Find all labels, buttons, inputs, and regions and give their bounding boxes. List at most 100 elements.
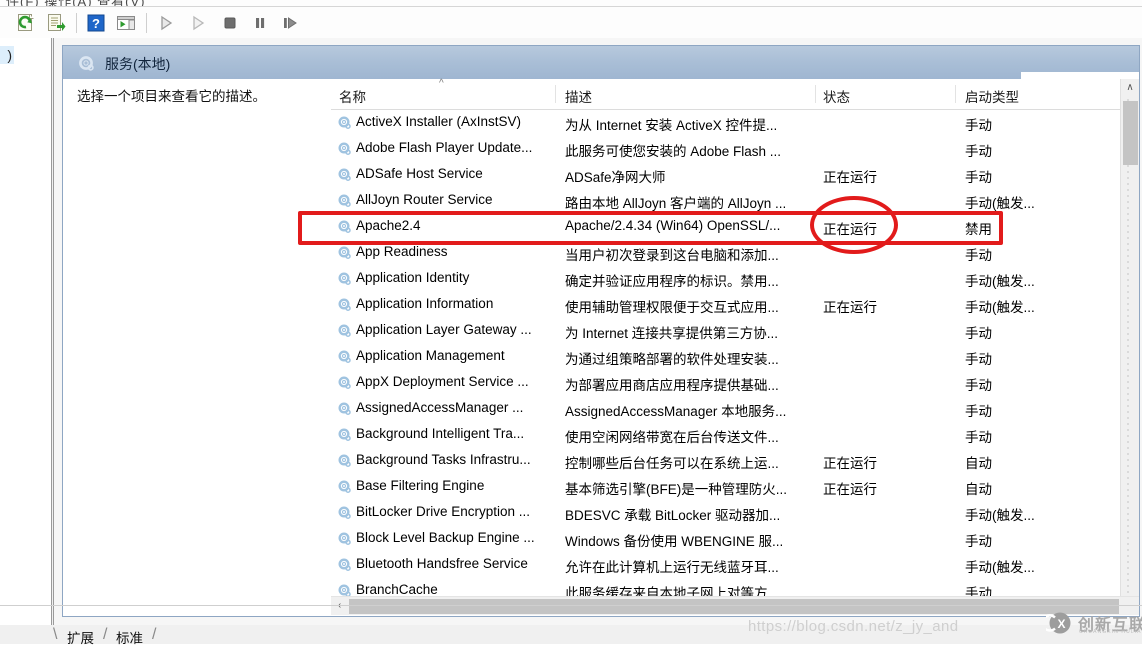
table-row[interactable]: Base Filtering Engine 基本筛选引擎(BFE)是一种管理防火.… xyxy=(331,474,1120,500)
table-row[interactable]: Application Layer Gateway ... 为 Internet … xyxy=(331,318,1120,344)
cell-name: Block Level Backup Engine ... xyxy=(356,530,535,545)
table-row[interactable]: ADSafe Host Service ADSafe净网大师 正在运行 手动 xyxy=(331,162,1120,188)
table-row[interactable]: Background Intelligent Tra... 使用空闲网络带宽在后台… xyxy=(331,422,1120,448)
services-list: 名称 ^ 描述 状态 启动类型 ActiveX Installer (AxIns… xyxy=(331,78,1139,615)
description-hint-text: 选择一个项目来查看它的描述。 xyxy=(77,89,266,104)
tab-standard[interactable]: 标准 xyxy=(116,627,143,647)
service-gear-icon xyxy=(337,401,352,416)
export-list-icon[interactable] xyxy=(46,13,66,33)
table-row[interactable]: Application Identity 确定并验证应用程序的标识。禁用... 手动… xyxy=(331,266,1120,292)
cell-description: 使用空闲网络带宽在后台传送文件... xyxy=(565,430,779,445)
column-header-status[interactable]: 状态 xyxy=(823,86,850,106)
cell-startup-type: 手动 xyxy=(965,404,992,419)
cell-status: 正在运行 xyxy=(823,170,877,185)
column-header-startup-type[interactable]: 启动类型 xyxy=(965,86,1019,106)
service-gear-icon xyxy=(337,531,352,546)
cell-description: AssignedAccessManager 本地服务... xyxy=(565,404,787,419)
table-row[interactable]: Block Level Backup Engine ... Windows 备份使… xyxy=(331,526,1120,552)
refresh-icon[interactable] xyxy=(16,13,36,33)
table-row[interactable]: Bluetooth Handsfree Service 允许在此计算机上运行无线蓝… xyxy=(331,552,1120,578)
service-gear-icon xyxy=(337,505,352,520)
table-row[interactable]: AssignedAccessManager ... AssignedAccessM… xyxy=(331,396,1120,422)
scroll-up-arrow-icon[interactable]: ∧ xyxy=(1121,79,1139,96)
scroll-left-arrow-icon[interactable]: ‹ xyxy=(331,597,348,615)
cell-startup-type: 手动 xyxy=(965,248,992,263)
column-divider-3[interactable] xyxy=(955,85,956,103)
table-row[interactable]: AppX Deployment Service ... 为部署应用商店应用程序提供… xyxy=(331,370,1120,396)
service-gear-icon xyxy=(337,349,352,364)
toolbar-divider-1 xyxy=(76,13,77,33)
cell-description: ADSafe净网大师 xyxy=(565,170,666,185)
vertical-scrollbar[interactable]: ∧ ∨ xyxy=(1120,79,1139,615)
service-gear-icon xyxy=(337,583,352,596)
cell-description: 确定并验证应用程序的标识。禁用... xyxy=(565,274,779,289)
column-header-name[interactable]: 名称 xyxy=(339,86,366,106)
cell-startup-type: 手动(触发... xyxy=(965,274,1035,289)
watermark-brand-en: CHUANGXIN HULIAN xyxy=(1079,629,1142,635)
service-gear-icon xyxy=(337,193,352,208)
cell-name: Background Tasks Infrastru... xyxy=(356,452,531,467)
stop-service-icon[interactable] xyxy=(220,13,240,33)
restart-service-icon[interactable] xyxy=(280,13,300,33)
cell-description: Windows 备份使用 WBENGINE 服... xyxy=(565,534,784,549)
cell-status: 正在运行 xyxy=(823,222,877,237)
cell-startup-type: 手动(触发... xyxy=(965,560,1035,575)
cell-description: 为 Internet 连接共享提供第三方协... xyxy=(565,326,779,341)
view-tabstrip: \ 扩展 / 标准 / xyxy=(53,625,1142,647)
cell-description: 路由本地 AllJoyn 客户端的 AllJoyn ... xyxy=(565,196,787,211)
cell-description: 此服务缓存来自本地子网上对等方... xyxy=(565,586,779,596)
column-header-description[interactable]: 描述 xyxy=(565,86,592,106)
table-row[interactable]: AllJoyn Router Service 路由本地 AllJoyn 客户端的 … xyxy=(331,188,1120,214)
tab-slash-3: / xyxy=(152,626,157,643)
help-icon[interactable]: ? xyxy=(86,13,106,33)
start-service-icon[interactable] xyxy=(156,13,176,33)
cell-name: Base Filtering Engine xyxy=(356,478,485,493)
table-row[interactable]: App Readiness 当用户初次登录到这台电脑和添加... 手动 xyxy=(331,240,1120,266)
services-gear-icon xyxy=(77,54,95,72)
service-gear-icon xyxy=(337,297,352,312)
cell-name: AssignedAccessManager ... xyxy=(356,400,524,415)
cell-startup-type: 手动 xyxy=(965,352,992,367)
service-gear-icon xyxy=(337,323,352,338)
resume-service-icon[interactable] xyxy=(188,13,208,33)
svg-text:X: X xyxy=(1057,617,1065,631)
vertical-scroll-thumb[interactable] xyxy=(1123,101,1138,165)
table-row[interactable]: BitLocker Drive Encryption ... BDESVC 承载 … xyxy=(331,500,1120,526)
table-row[interactable]: Background Tasks Infrastru... 控制哪些后台任务可以在… xyxy=(331,448,1120,474)
tab-extended[interactable]: 扩展 xyxy=(67,627,94,647)
toolbar-divider-2 xyxy=(146,13,147,33)
table-row[interactable]: ActiveX Installer (AxInstSV) 为从 Internet … xyxy=(331,110,1120,136)
watermark-url: https://blog.csdn.net/z_jy_and xyxy=(748,618,959,635)
table-row[interactable]: BranchCache 此服务缓存来自本地子网上对等方... 手动 xyxy=(331,578,1120,596)
table-row[interactable]: Apache2.4 Apache/2.4.34 (Win64) OpenSSL/.… xyxy=(331,214,1120,240)
console-tree-pane[interactable]: ) xyxy=(0,38,52,625)
cell-name: ActiveX Installer (AxInstSV) xyxy=(356,114,522,129)
services-row-container: ActiveX Installer (AxInstSV) 为从 Internet … xyxy=(331,110,1120,596)
cell-description: 为通过组策略部署的软件处理安装... xyxy=(565,352,779,367)
circled-x-logo-icon: X xyxy=(1041,612,1071,634)
table-row[interactable]: Adobe Flash Player Update... 此服务可使您安装的 Ad… xyxy=(331,136,1120,162)
cell-name: AllJoyn Router Service xyxy=(356,192,493,207)
cell-startup-type: 手动(触发... xyxy=(965,196,1035,211)
service-gear-icon xyxy=(337,115,352,130)
pause-service-icon[interactable] xyxy=(250,13,270,33)
table-row[interactable]: Application Management 为通过组策略部署的软件处理安装...… xyxy=(331,344,1120,370)
cell-name: Bluetooth Handsfree Service xyxy=(356,556,528,571)
cell-startup-type: 手动(触发... xyxy=(965,300,1035,315)
cell-startup-type: 自动 xyxy=(965,456,992,471)
service-gear-icon xyxy=(337,271,352,286)
table-row[interactable]: Application Information 使用辅助管理权限便于交互式应用..… xyxy=(331,292,1120,318)
service-gear-icon xyxy=(337,141,352,156)
tree-item-fragment[interactable]: ) xyxy=(0,46,14,64)
cell-startup-type: 手动 xyxy=(965,586,992,596)
show-hide-pane-icon[interactable] xyxy=(116,13,136,33)
cell-description: 控制哪些后台任务可以在系统上运... xyxy=(565,456,779,471)
cell-startup-type: 手动 xyxy=(965,144,992,159)
horizontal-scroll-thumb[interactable] xyxy=(349,599,1119,614)
column-divider-2[interactable] xyxy=(815,85,816,103)
column-divider-1[interactable] xyxy=(555,85,556,103)
service-gear-icon xyxy=(337,479,352,494)
cell-description: 当用户初次登录到这台电脑和添加... xyxy=(565,248,779,263)
service-description-panel: 选择一个项目来查看它的描述。 xyxy=(63,79,330,615)
cell-name: App Readiness xyxy=(356,244,448,259)
